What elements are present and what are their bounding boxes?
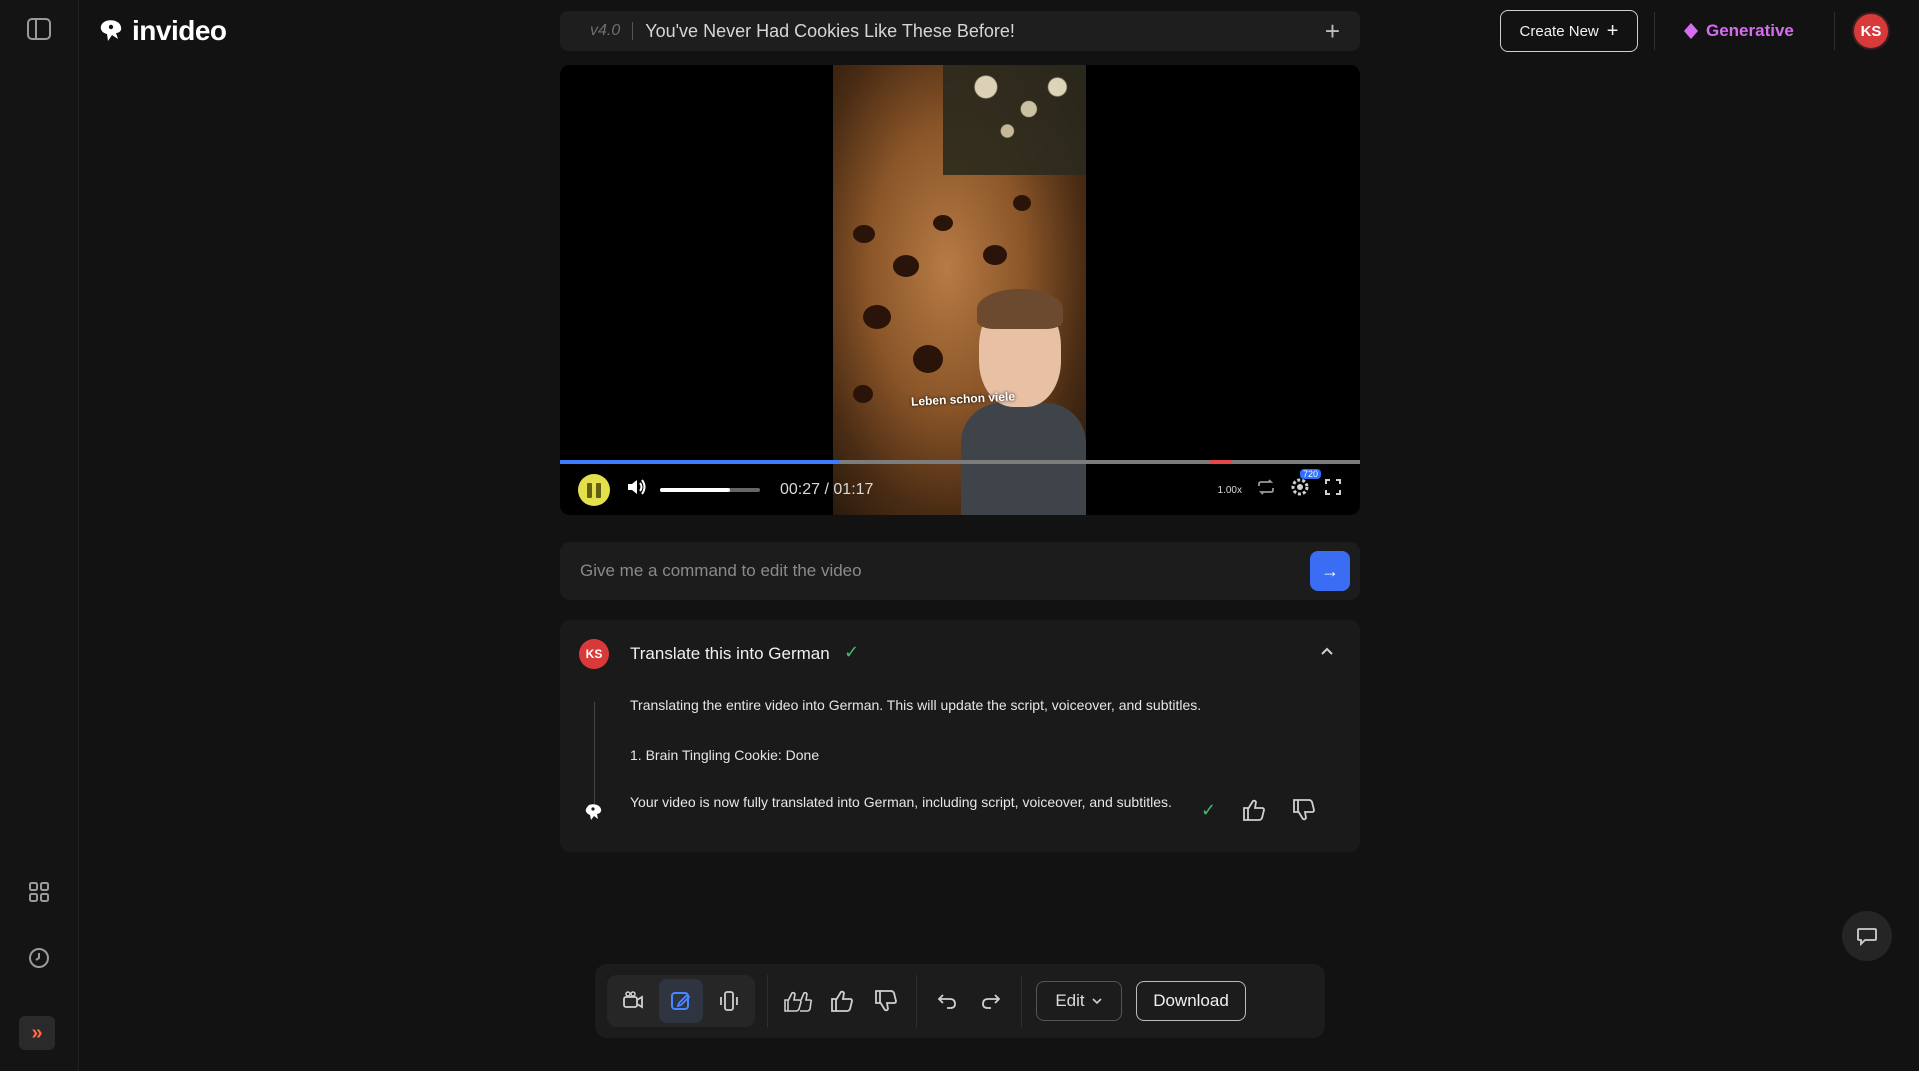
total-time: 01:17 <box>833 481 873 498</box>
dislike-button[interactable] <box>864 979 908 1023</box>
video-player[interactable]: Leben schon viele 00:27 / 01:17 1.00x 72… <box>560 65 1360 515</box>
command-bar: → <box>560 542 1360 600</box>
like-button[interactable] <box>820 979 864 1023</box>
thumbs-up-icon[interactable] <box>1241 798 1267 827</box>
thumbs-down-icon[interactable] <box>1291 798 1317 827</box>
pause-bar <box>587 483 592 498</box>
sidebar-toggle-icon[interactable] <box>24 14 54 44</box>
project-title[interactable]: You've Never Had Cookies Like These Befo… <box>645 21 1325 42</box>
redo-button[interactable] <box>969 979 1013 1023</box>
history-clock-icon[interactable] <box>24 943 54 973</box>
progress-fill <box>560 460 840 464</box>
undo-button[interactable] <box>925 979 969 1023</box>
generative-plan-button[interactable]: Generative <box>1684 18 1794 44</box>
header-divider <box>1834 12 1835 50</box>
create-new-button[interactable]: Create New + <box>1500 10 1638 52</box>
done-check-icon: ✓ <box>1201 800 1216 821</box>
chocolate-chip <box>933 215 953 231</box>
brand-logo[interactable]: invideo <box>98 14 227 48</box>
playback-rate[interactable]: 1.00x <box>1218 485 1242 496</box>
brand-name: invideo <box>132 15 227 47</box>
mode-switcher <box>607 975 755 1027</box>
apps-grid-icon[interactable] <box>24 877 54 907</box>
chat-request: Translate this into German <box>630 644 830 664</box>
chat-result: Your video is now fully translated into … <box>630 792 1200 812</box>
video-frame: Leben schon viele <box>833 65 1086 515</box>
arrow-right-icon: → <box>1321 561 1339 582</box>
left-rail: » <box>0 0 79 1071</box>
volume-fill <box>660 488 730 492</box>
redo-icon <box>980 991 1002 1011</box>
time-separator: / <box>825 481 829 498</box>
invideo-bot-icon <box>584 802 604 822</box>
settings-gear-icon[interactable]: 720 <box>1290 477 1310 503</box>
chocolate-chip <box>863 305 891 329</box>
download-button[interactable]: Download <box>1136 981 1246 1021</box>
flowers-background <box>943 65 1086 175</box>
edit-square-icon <box>669 989 693 1013</box>
pause-button[interactable] <box>578 474 610 506</box>
check-icon: ✓ <box>844 642 859 663</box>
progress-bar[interactable] <box>560 460 1360 464</box>
bottom-toolbar: Edit Download <box>595 964 1325 1038</box>
invideo-logo-icon <box>98 17 126 45</box>
progress-marker <box>1210 460 1232 464</box>
device-vibrate-icon <box>717 989 741 1013</box>
loop-icon[interactable] <box>1256 478 1276 502</box>
edit-mode-button[interactable] <box>659 979 703 1023</box>
thread-line <box>594 702 595 807</box>
expand-sidebar-button[interactable]: » <box>19 1016 55 1050</box>
chat-thread: KS Translate this into German ✓ Translat… <box>560 620 1360 852</box>
undo-icon <box>936 991 958 1011</box>
pause-bar <box>596 483 601 498</box>
toolbar-divider <box>1021 975 1022 1027</box>
fullscreen-icon[interactable] <box>1324 478 1342 502</box>
chat-step: Translating the entire video into German… <box>630 697 1201 713</box>
header-divider <box>1654 12 1655 50</box>
edit-dropdown-button[interactable]: Edit <box>1036 981 1122 1021</box>
volume-slider[interactable] <box>660 488 760 492</box>
command-input[interactable] <box>580 561 1310 581</box>
camera-mode-button[interactable] <box>611 979 655 1023</box>
send-button[interactable]: → <box>1310 551 1350 591</box>
double-thumbs-up-icon <box>783 989 813 1013</box>
current-time: 00:27 <box>780 481 820 498</box>
support-chat-button[interactable] <box>1842 911 1892 961</box>
toolbar-divider <box>916 975 917 1027</box>
thumbs-down-icon <box>873 989 899 1013</box>
chocolate-chip <box>853 225 875 243</box>
presenter-hair <box>977 289 1063 329</box>
edit-label: Edit <box>1055 991 1084 1011</box>
chocolate-chip <box>1013 195 1031 211</box>
chocolate-chip <box>913 345 943 373</box>
vibrate-mode-button[interactable] <box>707 979 751 1023</box>
double-chevron-right-icon: » <box>31 1022 42 1045</box>
thumbs-up-icon <box>829 989 855 1013</box>
create-new-label: Create New <box>1520 23 1599 40</box>
chat-step: 1. Brain Tingling Cookie: Done <box>630 747 819 763</box>
user-avatar[interactable]: KS <box>1852 12 1890 50</box>
quality-badge: 720 <box>1300 469 1321 479</box>
chocolate-chip <box>893 255 919 277</box>
add-icon[interactable]: + <box>1325 18 1340 44</box>
time-display: 00:27 / 01:17 <box>780 481 1218 499</box>
diamond-icon <box>1684 23 1698 39</box>
player-controls: 00:27 / 01:17 1.00x 720 <box>560 468 1360 512</box>
chevron-down-icon <box>1091 997 1103 1005</box>
collapse-chevron-icon[interactable] <box>1320 640 1334 661</box>
camera-icon <box>621 990 645 1012</box>
plan-label: Generative <box>1706 21 1794 41</box>
chocolate-chip <box>983 245 1007 265</box>
toolbar-divider <box>767 975 768 1027</box>
volume-icon[interactable] <box>626 477 648 503</box>
project-title-bar[interactable]: v4.0 You've Never Had Cookies Like These… <box>560 11 1360 51</box>
version-label: v4.0 <box>590 22 633 40</box>
chat-bubble-icon <box>1856 926 1878 946</box>
plus-icon: + <box>1607 21 1619 41</box>
chocolate-chip <box>853 385 873 403</box>
chat-user-avatar: KS <box>579 639 609 669</box>
double-like-button[interactable] <box>776 979 820 1023</box>
